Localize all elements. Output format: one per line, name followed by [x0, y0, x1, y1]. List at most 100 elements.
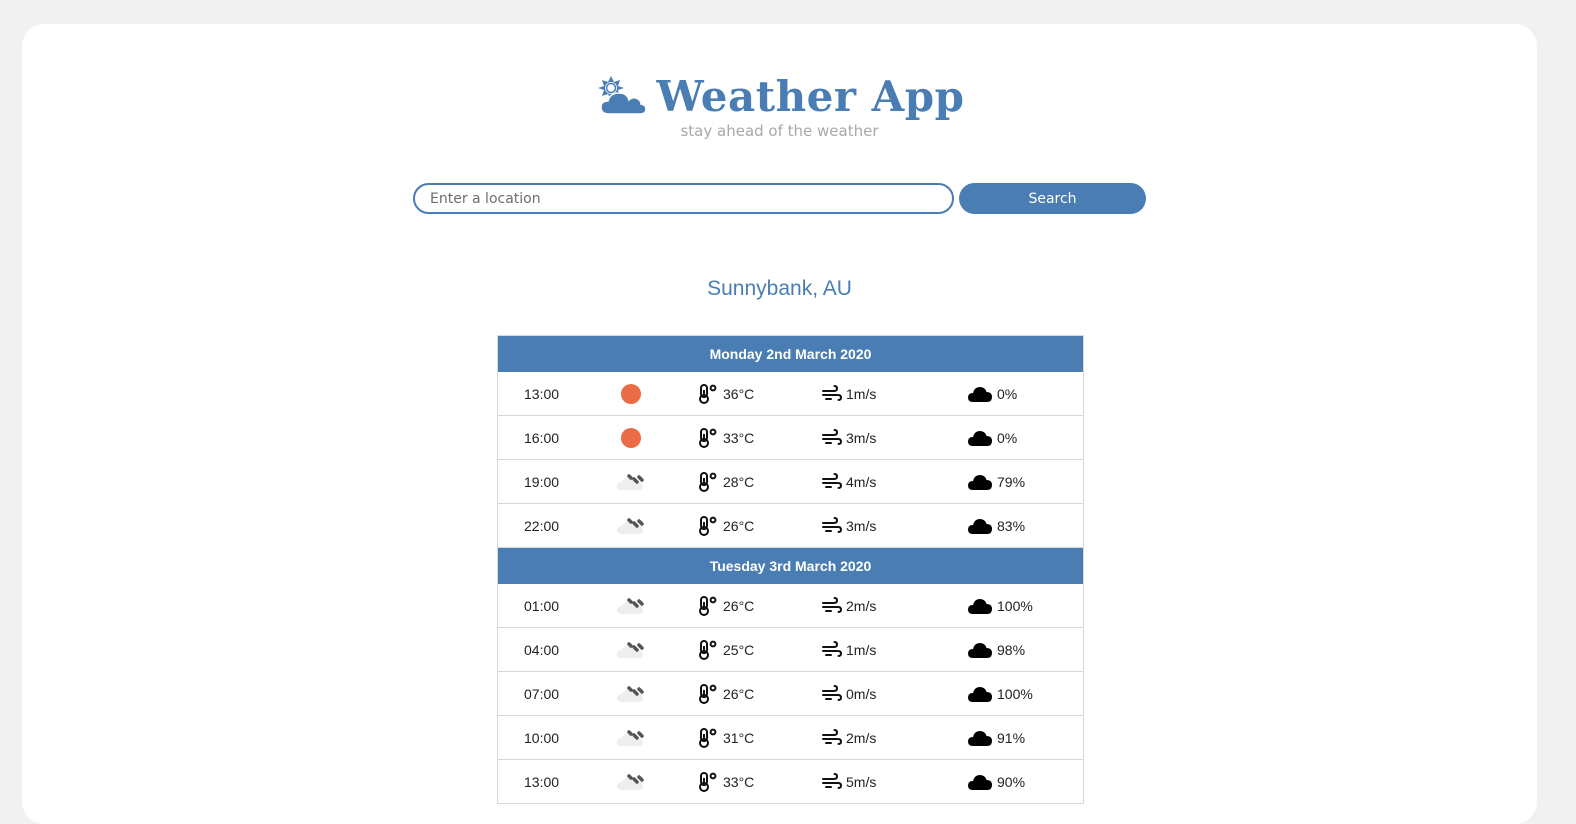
cloud-value: 90% — [997, 773, 1026, 790]
wind-icon — [822, 384, 842, 403]
forecast-temperature: 33°C — [698, 416, 754, 459]
forecast-condition — [616, 504, 646, 547]
forecast-wind: 3m/s — [822, 416, 876, 459]
rain-cloud-icon — [616, 640, 646, 660]
wind-value: 1m/s — [846, 385, 877, 402]
forecast-condition — [616, 672, 646, 715]
temperature-value: 26°C — [723, 685, 755, 702]
rain-cloud-icon — [616, 772, 646, 792]
forecast-time: 16:00 — [524, 429, 560, 446]
cloud-icon — [968, 429, 992, 447]
forecast-wind: 1m/s — [822, 372, 876, 415]
rain-cloud-icon — [616, 684, 646, 704]
cloud-icon — [968, 641, 992, 659]
cloud-value: 79% — [997, 473, 1026, 490]
main-card: Weather App stay ahead of the weather Se… — [22, 24, 1537, 824]
forecast-wind: 4m/s — [822, 460, 876, 503]
wind-icon — [822, 472, 842, 491]
forecast-wind: 0m/s — [822, 672, 876, 715]
cloud-value: 91% — [997, 729, 1026, 746]
forecast-cloud-cover: 98% — [968, 628, 1025, 671]
cloud-value: 100% — [997, 597, 1033, 614]
forecast-time: 07:00 — [524, 685, 560, 702]
wind-icon — [822, 596, 842, 615]
forecast-temperature: 33°C — [698, 760, 754, 803]
temperature-value: 31°C — [723, 729, 755, 746]
app-tagline: stay ahead of the weather — [680, 122, 879, 140]
forecast-time: 01:00 — [524, 597, 560, 614]
wind-value: 1m/s — [846, 641, 877, 658]
cloud-icon — [968, 729, 992, 747]
thermometer-icon — [698, 515, 718, 536]
rain-cloud-icon — [616, 728, 646, 748]
wind-icon — [822, 684, 842, 703]
forecast-cloud-cover: 90% — [968, 760, 1025, 803]
forecast-temperature: 26°C — [698, 504, 754, 547]
forecast-wind: 1m/s — [822, 628, 876, 671]
forecast-cloud-cover: 83% — [968, 504, 1025, 547]
temperature-value: 33°C — [723, 773, 755, 790]
wind-value: 3m/s — [846, 517, 877, 534]
temperature-value: 26°C — [723, 597, 755, 614]
forecast-condition — [616, 372, 646, 415]
wind-icon — [822, 772, 842, 791]
wind-value: 2m/s — [846, 729, 877, 746]
forecast-wind: 3m/s — [822, 504, 876, 547]
cloud-icon — [968, 385, 992, 403]
day-header: Monday 2nd March 2020 — [498, 336, 1083, 372]
forecast-condition — [616, 460, 646, 503]
forecast-time: 19:00 — [524, 473, 560, 490]
temperature-value: 33°C — [723, 429, 755, 446]
forecast-row: 16:00 33°C 3m/s 0% — [498, 416, 1083, 460]
forecast-time: 22:00 — [524, 517, 560, 534]
app-title: Weather App — [656, 71, 965, 121]
title-row: Weather App — [22, 70, 1537, 122]
search-bar: Search — [413, 183, 1146, 214]
forecast-row: 13:00 36°C 1m/s 0% — [498, 372, 1083, 416]
forecast-time: 13:00 — [524, 385, 560, 402]
forecast-cloud-cover: 0% — [968, 416, 1017, 459]
sun-icon — [621, 427, 641, 448]
forecast-row: 10:00 31°C 2m/s 91% — [498, 716, 1083, 760]
wind-icon — [822, 728, 842, 747]
cloud-icon — [968, 773, 992, 791]
forecast-cloud-cover: 0% — [968, 372, 1017, 415]
wind-value: 5m/s — [846, 773, 877, 790]
cloud-value: 100% — [997, 685, 1033, 702]
forecast-condition — [616, 628, 646, 671]
forecast-time: 10:00 — [524, 729, 560, 746]
forecast-row: 01:00 26°C 2m/s 100% — [498, 584, 1083, 628]
thermometer-icon — [698, 639, 718, 660]
cloud-value: 0% — [997, 429, 1018, 446]
cloud-value: 98% — [997, 641, 1026, 658]
thermometer-icon — [698, 427, 718, 448]
rain-cloud-icon — [616, 596, 646, 616]
forecast-row: 13:00 33°C 5m/s 90% — [498, 760, 1083, 804]
forecast-cloud-cover: 100% — [968, 672, 1033, 715]
temperature-value: 26°C — [723, 517, 755, 534]
rain-cloud-icon — [616, 516, 646, 536]
forecast-temperature: 26°C — [698, 584, 754, 627]
cloud-icon — [968, 473, 992, 491]
forecast-time: 04:00 — [524, 641, 560, 658]
forecast-temperature: 31°C — [698, 716, 754, 759]
location-search-input[interactable] — [413, 183, 954, 214]
thermometer-icon — [698, 595, 718, 616]
forecast-cloud-cover: 100% — [968, 584, 1033, 627]
wind-icon — [822, 516, 842, 535]
temperature-value: 36°C — [723, 385, 755, 402]
wind-value: 0m/s — [846, 685, 877, 702]
forecast-temperature: 28°C — [698, 460, 754, 503]
forecast-temperature: 36°C — [698, 372, 754, 415]
cloud-value: 0% — [997, 385, 1018, 402]
thermometer-icon — [698, 683, 718, 704]
wind-icon — [822, 428, 842, 447]
search-button[interactable]: Search — [959, 183, 1146, 214]
location-title: Sunnybank, AU — [707, 277, 852, 300]
forecast-condition — [616, 416, 646, 459]
forecast-cloud-cover: 79% — [968, 460, 1025, 503]
forecast-condition — [616, 716, 646, 759]
app-header: Weather App stay ahead of the weather — [22, 70, 1537, 140]
sun-cloud-icon — [595, 74, 647, 118]
temperature-value: 28°C — [723, 473, 755, 490]
